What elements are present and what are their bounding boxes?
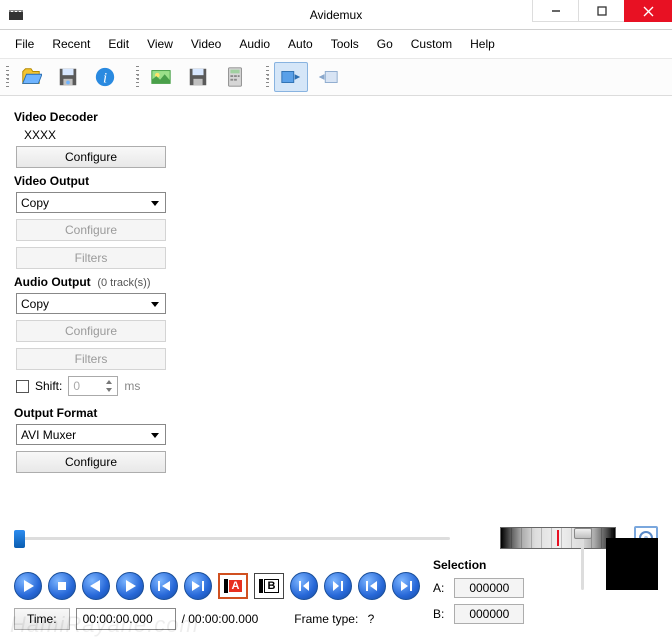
audio-output-tracks: (0 track(s)) xyxy=(97,277,150,289)
next-frame-button[interactable] xyxy=(116,572,144,600)
shift-checkbox[interactable] xyxy=(16,380,29,393)
menu-video[interactable]: Video xyxy=(182,34,230,54)
menubar: File Recent Edit View Video Audio Auto T… xyxy=(0,30,672,59)
shift-value: 0 xyxy=(73,379,80,393)
audio-output-configure-button: Configure xyxy=(16,320,166,342)
next-cut-button[interactable] xyxy=(324,572,352,600)
toolbar-grip[interactable] xyxy=(6,66,9,88)
output-format-selected: AVI Muxer xyxy=(21,428,76,442)
toolbar-grip-2[interactable] xyxy=(136,66,139,88)
prev-frame-button[interactable] xyxy=(82,572,110,600)
set-marker-b-button[interactable]: B xyxy=(254,573,284,599)
time-button[interactable]: Time: xyxy=(14,608,70,630)
selection-b-label: B: xyxy=(433,607,444,621)
titlebar: Avidemux xyxy=(0,0,672,30)
jog-wheel[interactable] xyxy=(500,527,616,549)
output-format-combo[interactable]: AVI Muxer xyxy=(16,424,166,445)
menu-recent[interactable]: Recent xyxy=(43,34,99,54)
video-decoder-codec: XXXX xyxy=(24,128,180,142)
stop-button[interactable] xyxy=(48,572,76,600)
info-button[interactable]: i xyxy=(88,62,122,92)
shift-spinner[interactable]: 0 xyxy=(68,376,118,396)
video-output-selected: Copy xyxy=(21,196,49,210)
output-format-configure-button[interactable]: Configure xyxy=(16,451,166,473)
app-icon xyxy=(8,7,24,23)
position-slider[interactable] xyxy=(14,528,450,548)
volume-slider[interactable] xyxy=(572,530,592,590)
video-decoder-configure-button[interactable]: Configure xyxy=(16,146,166,168)
shift-unit: ms xyxy=(124,379,140,393)
minimize-button[interactable] xyxy=(532,0,578,22)
menu-auto[interactable]: Auto xyxy=(279,34,322,54)
audio-output-selected: Copy xyxy=(21,297,49,311)
menu-file[interactable]: File xyxy=(6,34,43,54)
audio-output-combo[interactable]: Copy xyxy=(16,293,166,314)
content: Video Decoder XXXX Configure Video Outpu… xyxy=(0,96,672,489)
bottom-panel: A B Time: 00:00:00.000 / 00:00:00.000 Fr… xyxy=(0,518,672,640)
close-button[interactable] xyxy=(624,0,672,22)
menu-custom[interactable]: Custom xyxy=(402,34,461,54)
output-preview-button[interactable] xyxy=(311,62,345,92)
selection-b-value: 000000 xyxy=(454,604,524,624)
video-output-title: Video Output xyxy=(14,174,180,188)
time-input[interactable]: 00:00:00.000 xyxy=(76,608,176,630)
play-button[interactable] xyxy=(14,572,42,600)
menu-go[interactable]: Go xyxy=(368,34,402,54)
menu-edit[interactable]: Edit xyxy=(99,34,138,54)
output-format-title: Output Format xyxy=(14,406,180,420)
menu-help[interactable]: Help xyxy=(461,34,504,54)
video-output-configure-button: Configure xyxy=(16,219,166,241)
video-output-combo[interactable]: Copy xyxy=(16,192,166,213)
frame-type-label: Frame type: xyxy=(294,612,358,626)
menu-tools[interactable]: Tools xyxy=(322,34,368,54)
sidebar: Video Decoder XXXX Configure Video Outpu… xyxy=(0,96,190,489)
toolbar-grip-3[interactable] xyxy=(266,66,269,88)
prev-cut-button[interactable] xyxy=(290,572,318,600)
video-decoder-title: Video Decoder xyxy=(14,110,180,124)
preview-thumbnail xyxy=(606,538,658,590)
audio-output-filters-button: Filters xyxy=(16,348,166,370)
selection-a-label: A: xyxy=(433,581,444,595)
prev-keyframe-button[interactable] xyxy=(150,572,178,600)
selection-a-value: 000000 xyxy=(454,578,524,598)
video-output-filters-button: Filters xyxy=(16,247,166,269)
menu-view[interactable]: View xyxy=(138,34,182,54)
open-button[interactable] xyxy=(14,62,48,92)
menu-audio[interactable]: Audio xyxy=(230,34,279,54)
toolbar: i xyxy=(0,59,672,96)
load-run-button[interactable] xyxy=(144,62,178,92)
audio-output-title: Audio Output (0 track(s)) xyxy=(14,275,180,289)
first-frame-button[interactable] xyxy=(358,572,386,600)
next-keyframe-button[interactable] xyxy=(184,572,212,600)
duration-label: / 00:00:00.000 xyxy=(182,612,259,626)
save-project-button[interactable] xyxy=(181,62,215,92)
maximize-button[interactable] xyxy=(578,0,624,22)
set-marker-a-button[interactable]: A xyxy=(218,573,248,599)
svg-text:i: i xyxy=(103,71,107,87)
calculator-button[interactable] xyxy=(218,62,252,92)
last-frame-button[interactable] xyxy=(392,572,420,600)
frame-type-value: ? xyxy=(368,612,375,626)
shift-label: Shift: xyxy=(35,379,62,393)
save-button[interactable] xyxy=(51,62,85,92)
input-preview-button[interactable] xyxy=(274,62,308,92)
